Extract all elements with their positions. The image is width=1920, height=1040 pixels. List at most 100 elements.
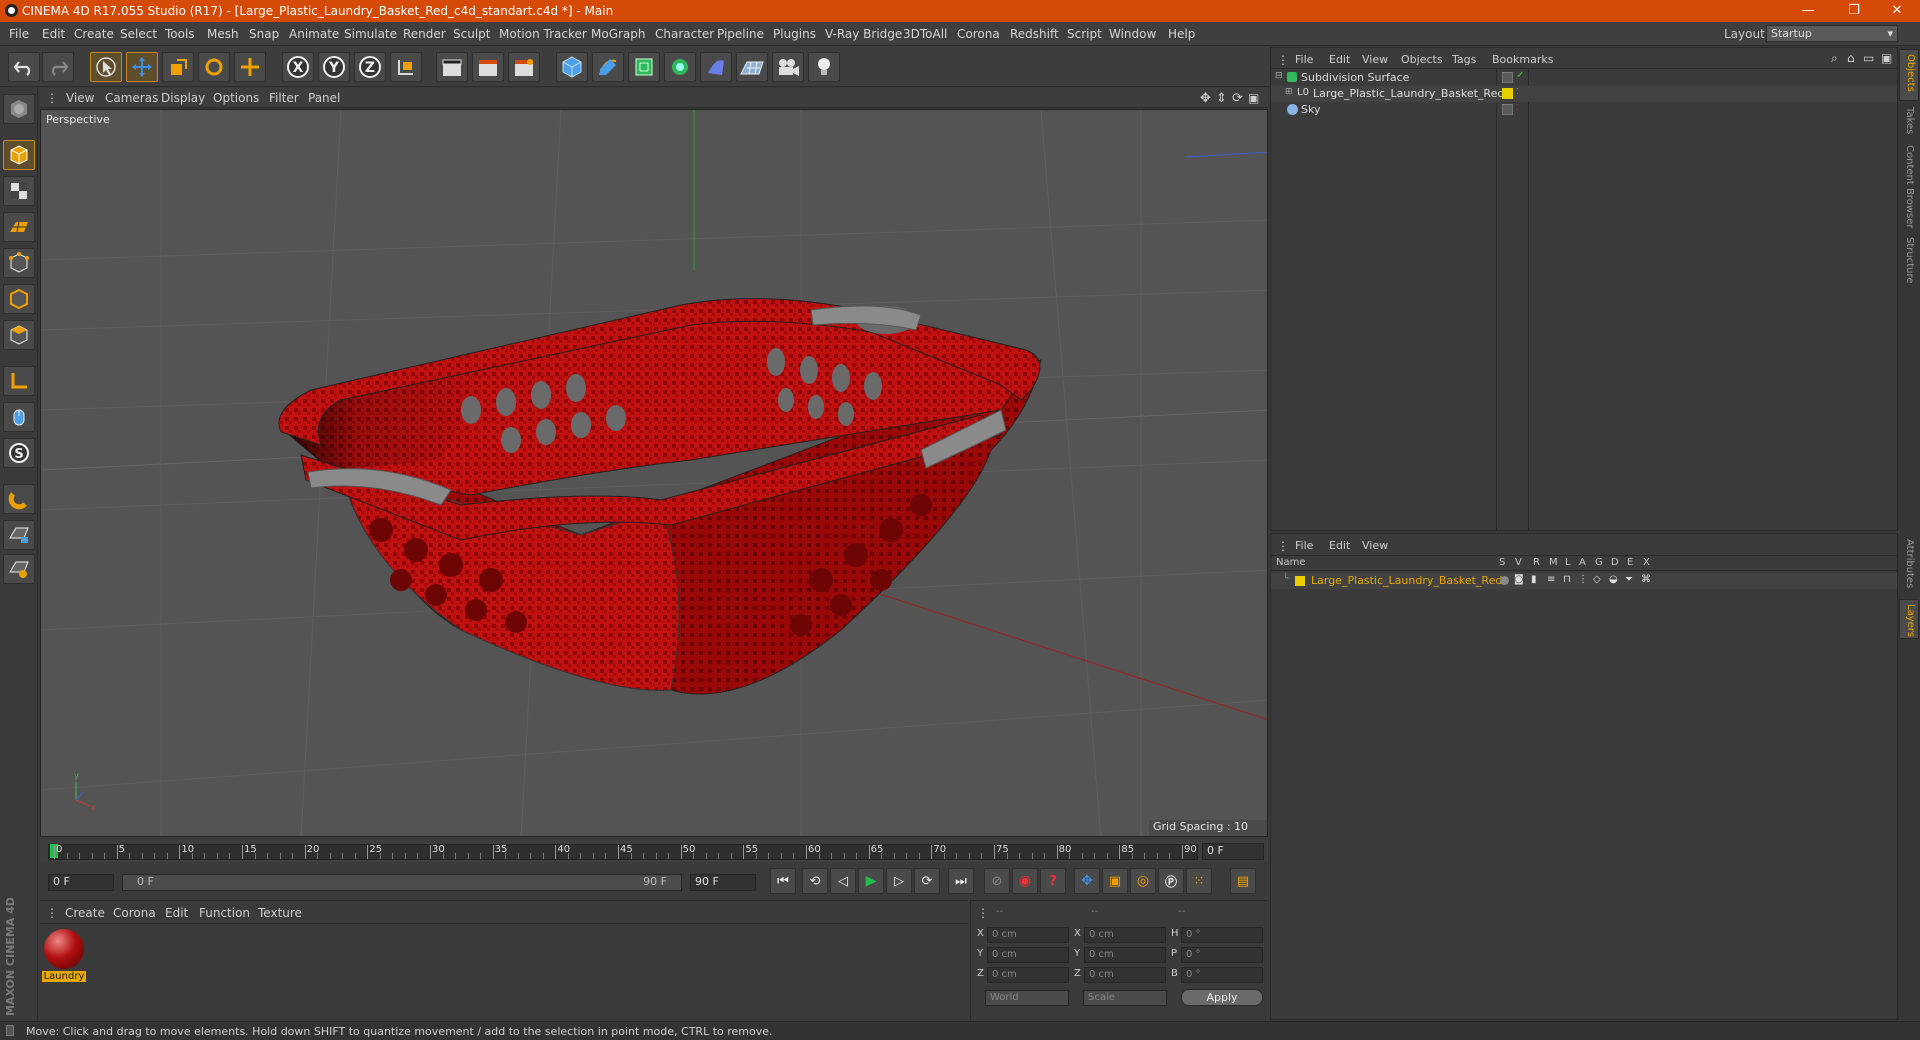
- subdivision-surface-button[interactable]: [628, 52, 660, 82]
- material-menu-corona[interactable]: Corona: [113, 906, 156, 920]
- snap-button[interactable]: S: [3, 438, 35, 468]
- checkmark-icon[interactable]: ✓: [1516, 70, 1524, 81]
- auto-key-button[interactable]: ◉: [1012, 868, 1038, 894]
- layer-tag-icon[interactable]: [1502, 104, 1513, 115]
- layer-color-icon[interactable]: [1502, 88, 1513, 99]
- coord-rot-h-field[interactable]: 0 °: [1181, 927, 1263, 943]
- timeline-ruler[interactable]: 0 5 10 15 20 25 30 35 40 45 50 55 60 65 70 75 80 85 90 0 F: [40, 840, 1268, 862]
- start-frame-field[interactable]: 0 F: [48, 874, 114, 891]
- record-position-button[interactable]: ⊘: [984, 868, 1010, 894]
- layer-col-locked[interactable]: L: [1565, 557, 1571, 568]
- layer-row[interactable]: └ Large_Plastic_Laundry_Basket_Red ◙ ▮ ≡…: [1271, 573, 1897, 589]
- panel-menu-icon[interactable]: ▭: [1863, 51, 1874, 65]
- coord-pos-y-field[interactable]: 0 cm: [987, 947, 1069, 963]
- coord-size-z-field[interactable]: 0 cm: [1084, 967, 1166, 983]
- menu-script[interactable]: Script: [1067, 27, 1102, 41]
- menu-help[interactable]: Help: [1168, 27, 1195, 41]
- viewport-rotate-icon[interactable]: ⟳: [1232, 91, 1243, 106]
- menu-animate[interactable]: Animate: [289, 27, 339, 41]
- key-scale-button[interactable]: ▣: [1102, 868, 1128, 894]
- menu-file[interactable]: File: [9, 27, 29, 41]
- menu-window[interactable]: Window: [1109, 27, 1156, 41]
- search-icon[interactable]: ⌕: [1831, 51, 1838, 66]
- layer-col-view[interactable]: V: [1515, 557, 1522, 568]
- tab-takes[interactable]: Takes: [1899, 103, 1919, 139]
- coordinate-system-button[interactable]: [390, 52, 422, 82]
- viewport-menu-filter[interactable]: Filter: [269, 91, 299, 105]
- undo-button[interactable]: [8, 52, 40, 82]
- object-menu-objects[interactable]: Objects: [1401, 53, 1443, 66]
- timeline-window-button[interactable]: ▤: [1230, 868, 1256, 894]
- make-editable-button[interactable]: [3, 94, 35, 124]
- menu-redshift[interactable]: Redshift: [1010, 27, 1059, 41]
- layer-menu-file[interactable]: File: [1295, 539, 1313, 552]
- manager-icon[interactable]: ≡: [1547, 574, 1555, 585]
- layer-col-manager[interactable]: M: [1549, 557, 1558, 568]
- goto-start-button[interactable]: ⏮: [770, 868, 796, 894]
- render-view-button[interactable]: [436, 52, 468, 82]
- menu-edit[interactable]: Edit: [42, 27, 65, 41]
- viewport-maximize-icon[interactable]: ▣: [1248, 91, 1259, 105]
- viewport-dolly-icon[interactable]: ⇕: [1216, 91, 1227, 106]
- layer-col-solo[interactable]: S: [1499, 557, 1505, 568]
- coord-pos-z-field[interactable]: 0 cm: [987, 967, 1069, 983]
- render-icon[interactable]: ▮: [1531, 574, 1537, 585]
- move-tool-button[interactable]: [126, 52, 158, 82]
- tweak-mode-button[interactable]: [3, 402, 35, 432]
- layer-col-render[interactable]: R: [1533, 557, 1540, 568]
- coord-rot-p-field[interactable]: 0 °: [1181, 947, 1263, 963]
- y-axis-lock-button[interactable]: Y: [318, 52, 350, 82]
- enable-axis-button[interactable]: [3, 366, 35, 396]
- next-frame-button[interactable]: ▷: [886, 868, 912, 894]
- object-row-basket[interactable]: ⊞ L0 Large_Plastic_Laundry_Basket_Red ⁚: [1271, 86, 1897, 102]
- key-pla-button[interactable]: ⁙: [1186, 868, 1212, 894]
- scale-tool-button[interactable]: [162, 52, 194, 82]
- tab-layers[interactable]: Layers: [1899, 599, 1919, 639]
- viewport-menu-cameras[interactable]: Cameras: [105, 91, 158, 105]
- live-selection-button[interactable]: [90, 52, 122, 82]
- planar-workplane-button[interactable]: [3, 554, 35, 584]
- object-menu-file[interactable]: File: [1295, 53, 1313, 66]
- layer-menu-view[interactable]: View: [1362, 539, 1388, 552]
- layout-select[interactable]: Startup ▾: [1766, 25, 1898, 42]
- magnet-button[interactable]: [3, 484, 35, 514]
- spline-pen-button[interactable]: [592, 52, 624, 82]
- key-rotation-button[interactable]: ◎: [1130, 868, 1156, 894]
- lock-workplane-button[interactable]: [3, 520, 35, 550]
- deformer-button[interactable]: [700, 52, 732, 82]
- keyframe-selection-button[interactable]: ?: [1040, 868, 1066, 894]
- material-menu-create[interactable]: Create: [65, 906, 105, 920]
- layer-col-xref[interactable]: X: [1643, 557, 1650, 568]
- viewport-menu-options[interactable]: Options: [213, 91, 259, 105]
- layer-col-expressions[interactable]: E: [1627, 557, 1633, 568]
- menu-3dtoall[interactable]: 3DToAll: [903, 27, 947, 41]
- points-mode-button[interactable]: [3, 248, 35, 278]
- viewport-menu-display[interactable]: Display: [161, 91, 205, 105]
- object-menu-tags[interactable]: Tags: [1452, 53, 1476, 66]
- visibility-dots-icon[interactable]: ⁚: [1516, 103, 1519, 112]
- coord-size-x-field[interactable]: 0 cm: [1084, 927, 1166, 943]
- key-parameter-button[interactable]: Ⓟ: [1158, 868, 1184, 894]
- z-axis-lock-button[interactable]: Z: [354, 52, 386, 82]
- current-frame-field[interactable]: 0 F: [1202, 843, 1264, 860]
- texture-mode-button[interactable]: [3, 176, 35, 206]
- visibility-dots-icon[interactable]: ⁚: [1516, 87, 1519, 96]
- material-laundry[interactable]: Laundry: [42, 927, 86, 983]
- material-menu-edit[interactable]: Edit: [165, 906, 188, 920]
- generator-icon[interactable]: ◇: [1593, 574, 1601, 585]
- menu-corona[interactable]: Corona: [957, 27, 1000, 41]
- expand-icon[interactable]: ⊟: [1275, 71, 1283, 81]
- workplane-mode-button[interactable]: [3, 212, 35, 242]
- restore-button[interactable]: ❐: [1831, 0, 1877, 22]
- play-button[interactable]: ▶: [858, 868, 884, 894]
- redo-button[interactable]: [42, 52, 74, 82]
- deformer-icon[interactable]: ◒: [1609, 574, 1618, 585]
- layer-col-generators[interactable]: G: [1595, 557, 1603, 568]
- tab-attributes[interactable]: Attributes: [1899, 535, 1919, 595]
- prev-key-button[interactable]: ⟲: [802, 868, 828, 894]
- viewport-menu-icon[interactable]: ⋮: [46, 91, 58, 105]
- rotate-tool-button[interactable]: [198, 52, 230, 82]
- polygons-mode-button[interactable]: [3, 320, 35, 350]
- tab-content-browser[interactable]: Content Browser: [1899, 141, 1919, 229]
- viewport-menu-panel[interactable]: Panel: [308, 91, 340, 105]
